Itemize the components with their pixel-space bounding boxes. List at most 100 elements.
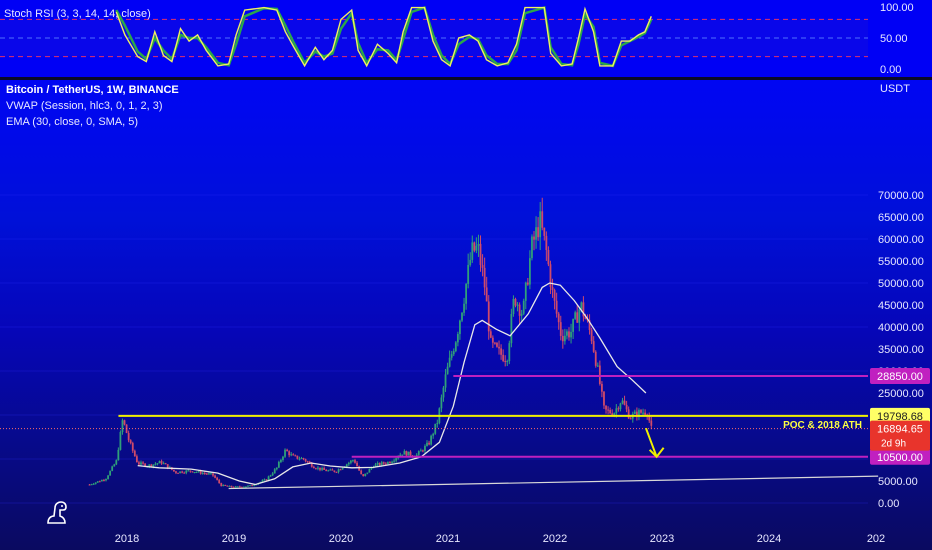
- y-tick-label: 0.00: [878, 498, 899, 510]
- candle-body: [576, 312, 579, 323]
- candle-body: [162, 463, 165, 465]
- ema-legend[interactable]: EMA (30, close, 0, SMA, 5): [6, 116, 138, 128]
- candle-body: [341, 467, 344, 470]
- candle-body: [496, 343, 498, 347]
- candle-body: [563, 335, 566, 342]
- candle-body: [547, 250, 550, 265]
- candle-body: [504, 360, 507, 362]
- y-tick-label: 25000.00: [878, 388, 924, 400]
- candle-body: [506, 361, 509, 363]
- x-tick-label: 202: [867, 533, 885, 545]
- candle-body: [446, 366, 449, 375]
- candle-body: [463, 303, 465, 313]
- candle-body: [627, 409, 630, 419]
- vwap-legend[interactable]: VWAP (Session, hlc3, 0, 1, 2, 3): [6, 100, 163, 112]
- candle-body: [199, 471, 202, 474]
- y-tick-label: 60000.00: [878, 234, 924, 246]
- candle-body: [300, 458, 303, 460]
- candle-body: [512, 298, 515, 314]
- countdown-label: 2d 9h: [881, 439, 906, 450]
- candle-body: [280, 459, 282, 462]
- candle-body: [596, 365, 599, 367]
- candle-body: [356, 462, 358, 467]
- candle-body: [292, 454, 295, 456]
- x-tick-label: 2022: [543, 533, 567, 545]
- candle-body: [214, 475, 216, 478]
- candle-body: [290, 454, 293, 456]
- candle-body: [526, 282, 529, 285]
- candle-body: [485, 287, 488, 302]
- candle-body: [185, 470, 188, 473]
- candle-body: [605, 405, 607, 410]
- candle-body: [284, 449, 286, 457]
- candle-body: [559, 322, 562, 336]
- candle-body: [335, 471, 338, 473]
- candle-body: [395, 458, 398, 461]
- y-tick-label: 65000.00: [878, 212, 924, 224]
- candle-body: [181, 471, 184, 473]
- candle-body: [619, 403, 622, 410]
- candle-body: [405, 451, 408, 456]
- symbol-legend[interactable]: Bitcoin / TetherUS, 1W, BINANCE: [6, 84, 179, 96]
- y-tick-label: 55000.00: [878, 256, 924, 268]
- candle-body: [440, 397, 443, 409]
- candle-body: [90, 484, 93, 486]
- candle-body: [516, 304, 519, 306]
- x-tick-label: 2019: [222, 533, 246, 545]
- level-price-tag-label: 28850.00: [877, 371, 923, 383]
- y-tick-label: 70000.00: [878, 190, 924, 202]
- candle-body: [617, 408, 620, 410]
- candle-body: [362, 474, 365, 477]
- candle-body: [304, 459, 307, 462]
- candle-body: [566, 331, 568, 336]
- candle-body: [419, 450, 422, 452]
- candle-body: [570, 331, 572, 338]
- candle-body: [436, 422, 439, 424]
- candle-body: [568, 331, 570, 338]
- candle-body: [133, 450, 136, 457]
- candle-body: [323, 468, 326, 470]
- candle-body: [111, 466, 114, 471]
- candle-body: [409, 451, 412, 456]
- candle-body: [368, 469, 371, 473]
- candle-body: [150, 464, 153, 467]
- tradingview-dino-logo[interactable]: [44, 498, 72, 526]
- candle-body: [491, 337, 494, 343]
- price-chart[interactable]: POC & 2018 ATH USDT 70000.00 65000.00 60000.…: [0, 80, 932, 550]
- candle-body: [510, 313, 513, 344]
- candle-body: [138, 462, 140, 465]
- candle-body: [230, 485, 233, 487]
- candle-body: [545, 235, 548, 251]
- candle-body: [105, 478, 107, 481]
- candle-body: [339, 469, 342, 471]
- candle-body: [601, 383, 603, 392]
- candle-body: [236, 486, 239, 488]
- candle-body: [555, 300, 558, 314]
- candle-body: [541, 211, 544, 228]
- candle-body: [113, 464, 116, 467]
- x-tick-label: 2020: [329, 533, 353, 545]
- candle-body: [528, 258, 531, 285]
- candle-body: [543, 227, 546, 236]
- candle-body: [207, 473, 210, 475]
- candle-body: [273, 469, 276, 474]
- candle-body: [522, 300, 525, 314]
- candle-body: [220, 483, 223, 487]
- candle-body: [158, 461, 161, 464]
- candle-body: [467, 264, 470, 284]
- candle-body: [121, 420, 124, 433]
- candle-body: [432, 433, 435, 436]
- candle-body: [107, 475, 109, 479]
- candle-body: [461, 312, 463, 321]
- candle-body: [459, 320, 461, 335]
- candle-body: [288, 451, 291, 456]
- candle-body: [187, 470, 190, 472]
- candle-body: [349, 460, 352, 463]
- candle-body: [294, 455, 297, 457]
- candle-body: [183, 472, 186, 474]
- candle-body: [317, 467, 319, 469]
- candle-body: [430, 435, 433, 445]
- candle-body: [424, 445, 426, 451]
- candle-body: [228, 485, 231, 487]
- candle-body: [508, 343, 511, 362]
